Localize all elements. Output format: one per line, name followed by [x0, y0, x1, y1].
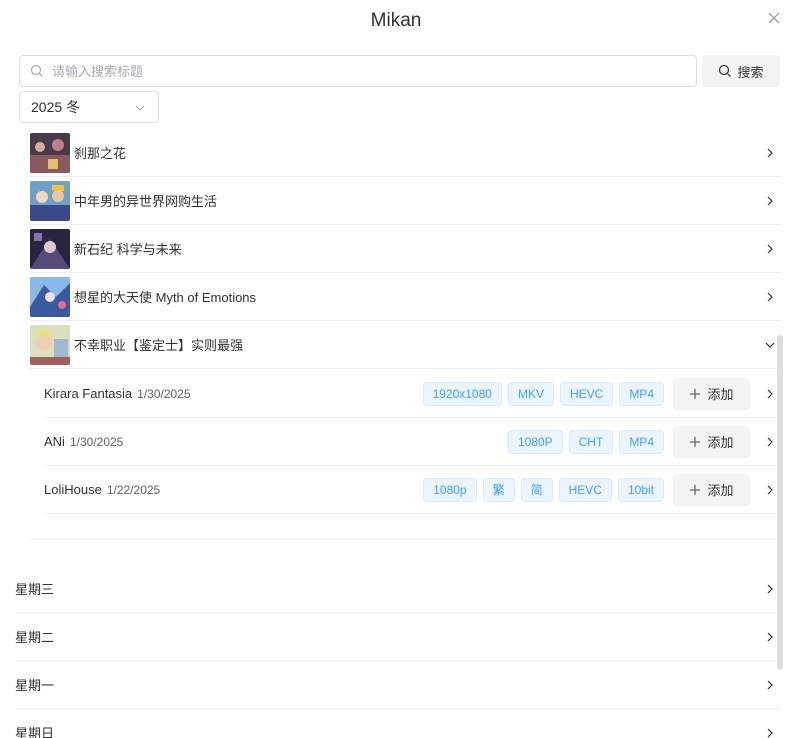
- resource-row: ANi 1/30/2025 1080P CHT MP4 添加: [44, 418, 782, 466]
- search-icon: [30, 64, 44, 78]
- resource-row: Kirara Fantasia 1/30/2025 1920x1080 MKV …: [44, 370, 782, 418]
- chevron-right-icon: [767, 632, 773, 641]
- chevron-right-icon: [767, 244, 773, 253]
- anime-title: 不幸职业【鉴定士】实则最强: [74, 338, 244, 353]
- weekday-item[interactable]: 星期三: [15, 565, 782, 613]
- resource-tag: HEVC: [558, 477, 612, 502]
- resource-tag: 10bit: [617, 477, 664, 502]
- anime-title: 新石纪 科学与未来: [74, 242, 182, 257]
- search-input[interactable]: [52, 63, 696, 79]
- resource-tag: CHT: [568, 429, 614, 454]
- anime-thumbnail: [30, 228, 70, 269]
- resource-date: 1/22/2025: [106, 482, 161, 497]
- anime-thumbnail: [30, 276, 70, 317]
- chevron-right-icon: [767, 292, 773, 301]
- resource-tags: 1920x1080 MKV HEVC MP4: [422, 381, 664, 406]
- weekday-label: 星期日: [15, 726, 55, 738]
- anime-title: 想星的大天使 Myth of Emotions: [74, 290, 257, 305]
- chevron-right-icon: [767, 680, 773, 689]
- search-field[interactable]: [19, 55, 697, 87]
- plus-icon: [690, 484, 701, 495]
- resource-group: ANi: [44, 434, 65, 449]
- plus-icon: [690, 436, 701, 447]
- chevron-right-icon: [767, 584, 773, 593]
- resource-tag: MP4: [619, 429, 664, 454]
- chevron-down-icon: [765, 342, 775, 348]
- plus-icon: [690, 388, 701, 399]
- add-button-label: 添加: [707, 483, 734, 498]
- resource-row: LoliHouse 1/22/2025 1080p 繁 简 HEVC 10bit…: [44, 466, 782, 514]
- chevron-down-icon: [134, 101, 146, 113]
- anime-thumbnail: [30, 180, 70, 221]
- anime-thumbnail: [30, 132, 70, 173]
- resource-tag: 简: [520, 477, 553, 502]
- resource-date: 1/30/2025: [69, 434, 124, 449]
- chevron-right-icon: [767, 196, 773, 205]
- anime-item[interactable]: 想星的大天使 Myth of Emotions: [30, 273, 782, 321]
- add-button-label: 添加: [707, 435, 734, 450]
- search-button[interactable]: 搜索: [702, 55, 780, 87]
- weekday-label: 星期三: [15, 582, 55, 597]
- dialog-title: Mikan: [370, 10, 422, 31]
- anime-item[interactable]: 刹那之花: [30, 129, 782, 177]
- weekday-item[interactable]: 星期日: [15, 709, 782, 738]
- add-button[interactable]: 添加: [673, 473, 750, 506]
- close-icon[interactable]: [766, 10, 782, 26]
- resource-tags: 1080P CHT MP4: [507, 429, 664, 454]
- chevron-right-icon[interactable]: [764, 484, 776, 496]
- resource-tag: 繁: [482, 477, 515, 502]
- add-button-label: 添加: [707, 387, 734, 402]
- chevron-right-icon[interactable]: [764, 388, 776, 400]
- weekday-label: 星期二: [15, 630, 55, 645]
- resource-tag: 1080p: [423, 477, 477, 502]
- resource-group: LoliHouse: [44, 482, 102, 497]
- search-icon: [718, 64, 732, 78]
- divider: [30, 539, 782, 540]
- resource-tag: MP4: [619, 381, 664, 406]
- resource-tags: 1080p 繁 简 HEVC 10bit: [423, 477, 664, 502]
- anime-item[interactable]: 中年男的异世界网购生活: [30, 177, 782, 225]
- search-button-label: 搜索: [737, 64, 764, 80]
- weekday-item[interactable]: 星期二: [15, 613, 782, 661]
- resource-date: 1/30/2025: [137, 386, 191, 401]
- anime-title: 刹那之花: [74, 146, 127, 161]
- resource-tag: 1920x1080: [422, 381, 502, 406]
- resource-tag: 1080P: [507, 429, 563, 454]
- add-button[interactable]: 添加: [673, 425, 750, 458]
- anime-item[interactable]: 新石纪 科学与未来: [30, 225, 782, 273]
- season-select-value: 2025 冬: [31, 99, 81, 115]
- resource-tag: HEVC: [559, 381, 614, 406]
- add-button[interactable]: 添加: [673, 377, 750, 410]
- weekday-item[interactable]: 星期一: [15, 661, 782, 709]
- anime-title: 中年男的异世界网购生活: [74, 194, 218, 209]
- chevron-right-icon[interactable]: [764, 436, 776, 448]
- season-select[interactable]: 2025 冬: [19, 91, 159, 123]
- resource-tag: MKV: [507, 381, 554, 406]
- chevron-right-icon: [767, 148, 773, 157]
- weekday-label: 星期一: [15, 678, 55, 693]
- chevron-right-icon: [767, 728, 773, 737]
- anime-item-expanded[interactable]: 不幸职业【鉴定士】实则最强: [30, 321, 782, 369]
- scrollbar[interactable]: [777, 335, 783, 670]
- anime-thumbnail: [30, 324, 70, 365]
- resource-group: Kirara Fantasia: [44, 386, 133, 401]
